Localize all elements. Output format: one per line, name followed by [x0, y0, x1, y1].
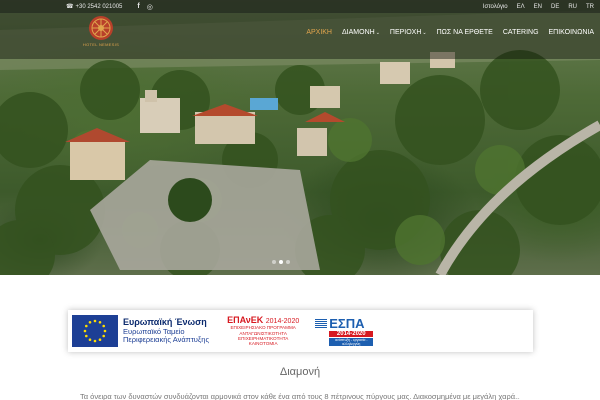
epanek-years: 2014-2020 — [265, 318, 300, 326]
espa-years: 2014-2020 — [329, 331, 374, 337]
nav-label: ΠΩΣ ΝΑ ΕΡΘΕΤΕ — [436, 29, 493, 36]
eu-title: Ευρωπαϊκή Ένωση — [123, 317, 207, 328]
espa-slogan: ανάπτυξη - εργασία - αλληλεγγύη — [329, 338, 374, 346]
nav-item-catering[interactable]: CATERING — [503, 29, 539, 36]
chevron-down-icon: ⌄ — [375, 29, 380, 36]
epanek-logo: ΕΠΑνΕΚ 2014-2020 ΕΠΙΧΕΙΡΗΣΙΑΚΟ ΠΡΟΓΡΑΜΜΑ… — [227, 315, 299, 346]
main-nav: ΑΡΧΙΚΗ ΔΙΑΜΟΝΗ ⌄ ΠΕΡΙΟΧΗ ⌄ ΠΩΣ ΝΑ ΕΡΘΕΤΕ… — [306, 29, 594, 36]
nav-item-area[interactable]: ΠΕΡΙΟΧΗ ⌄ — [390, 29, 427, 36]
blog-link[interactable]: Ιστολόγιο — [483, 4, 508, 10]
facebook-icon[interactable]: f — [137, 3, 139, 10]
section-title: Διαμονή — [279, 366, 321, 378]
epanek-sub: ΕΠΙΧΕΙΡΗΣΙΑΚΟ ΠΡΟΓΡΑΜΜΑ — [230, 325, 296, 331]
nav-item-accommodation[interactable]: ΔΙΑΜΟΝΗ ⌄ — [342, 29, 380, 36]
eu-text-block: Ευρωπαϊκή Ένωση Ευρωπαϊκό Ταμείο Περιφερ… — [123, 317, 209, 345]
eu-funding-banner[interactable]: Ευρωπαϊκή Ένωση Ευρωπαϊκό Ταμείο Περιφερ… — [68, 310, 533, 352]
lang-tr[interactable]: TR — [586, 4, 594, 10]
instagram-icon[interactable]: ◎ — [147, 3, 153, 11]
section-text: Τα όνειρα των δυναστών συνδυάζονται αρμο… — [80, 392, 520, 400]
nav-label: ΠΕΡΙΟΧΗ — [389, 29, 422, 36]
page: ☎ +30 2542 021005 f ◎ Ιστολόγιο ΕΛ EN DE… — [0, 0, 600, 400]
eu-fund-line: Περιφερειακής Ανάπτυξης — [123, 335, 210, 345]
slider-dots — [272, 260, 290, 264]
epanek-name: ΕΠΑνΕΚ — [227, 315, 264, 326]
lang-el[interactable]: ΕΛ — [517, 4, 525, 10]
lang-de[interactable]: DE — [551, 4, 559, 10]
slider-dot[interactable] — [286, 260, 290, 264]
nav-label: ΑΡΧΙΚΗ — [306, 29, 332, 36]
social-links: f ◎ — [137, 3, 152, 11]
nav-label: ΕΠΙΚΟΙΝΩΝΙΑ — [548, 29, 594, 36]
greek-flag-icon — [315, 319, 328, 328]
top-bar: ☎ +30 2542 021005 f ◎ Ιστολόγιο ΕΛ EN DE… — [0, 0, 600, 13]
phone-icon: ☎ — [66, 4, 74, 10]
top-bar-right: Ιστολόγιο ΕΛ EN DE RU TR — [483, 4, 594, 10]
eu-flag-icon — [72, 315, 118, 347]
nav-item-home[interactable]: ΑΡΧΙΚΗ — [306, 29, 332, 36]
nav-label: ΔΙΑΜΟΝΗ — [342, 29, 375, 36]
phone-number: +30 2542 021005 — [75, 3, 123, 10]
espa-logo: ΕΣΠΑ 2014-2020 ανάπτυξη - εργασία - αλλη… — [315, 316, 374, 346]
site-header: HOTEL NEMESIS ΑΡΧΙΚΗ ΔΙΑΜΟΝΗ ⌄ ΠΕΡΙΟΧΗ ⌄… — [0, 13, 600, 59]
phone-contact[interactable]: ☎ +30 2542 021005 — [66, 3, 123, 11]
lang-ru[interactable]: RU — [568, 4, 577, 10]
nav-item-contact[interactable]: ΕΠΙΚΟΙΝΩΝΙΑ — [549, 29, 594, 36]
lang-en[interactable]: EN — [534, 4, 542, 10]
nav-label: CATERING — [502, 29, 539, 36]
nav-item-directions[interactable]: ΠΩΣ ΝΑ ΕΡΘΕΤΕ — [437, 29, 493, 36]
site-logo[interactable]: HOTEL NEMESIS — [82, 15, 120, 57]
slider-dot[interactable] — [272, 260, 276, 264]
slider-dot-active[interactable] — [279, 260, 283, 264]
logo-emblem-icon — [89, 16, 113, 40]
epanek-sub: ΚΑΙΝΟΤΟΜΙΑ — [248, 341, 278, 347]
chevron-down-icon: ⌄ — [422, 29, 427, 36]
logo-text: HOTEL NEMESIS — [82, 42, 120, 47]
espa-word: ΕΣΠΑ — [329, 316, 365, 331]
